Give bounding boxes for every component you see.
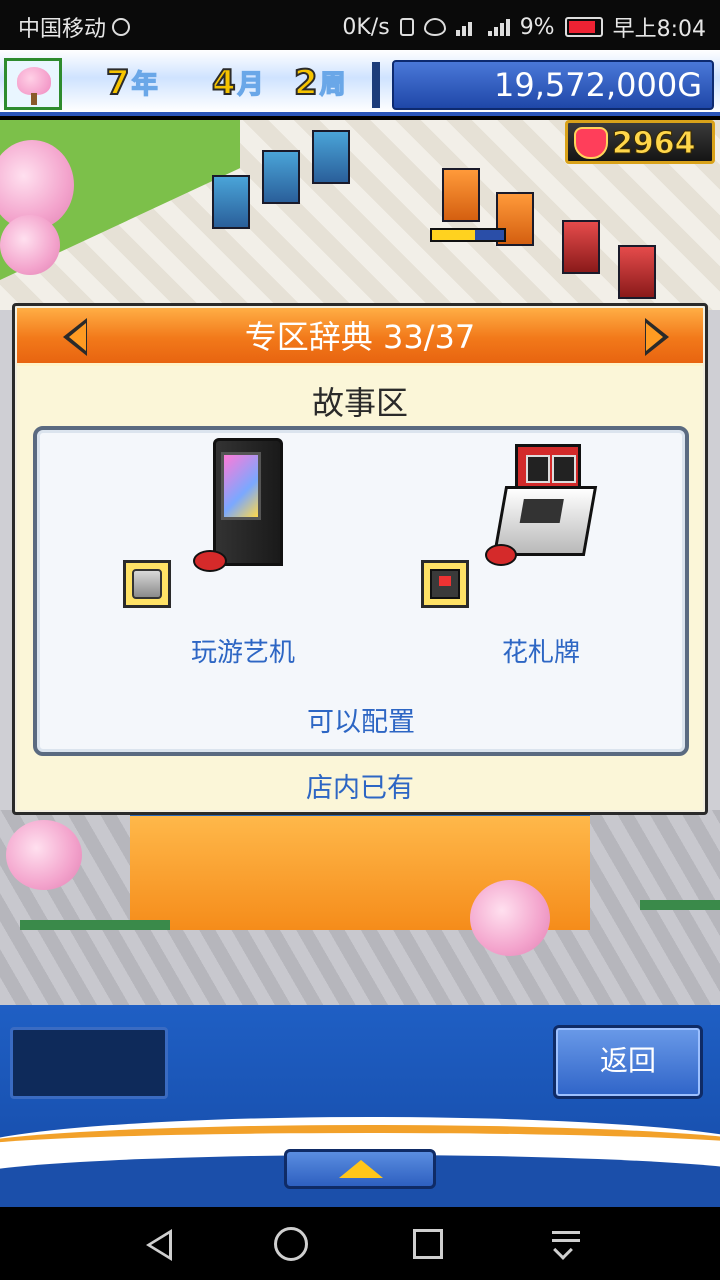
week-display: 2 周 [293,63,347,103]
arcade-cabinet [618,245,656,299]
zone-name: 故事区 [311,384,408,422]
cell-signal-icon [487,18,510,36]
battery-percent: 9% [519,14,555,40]
wifi-icon [455,18,478,36]
cherry-tree [6,820,82,890]
machine-label: 玩游艺机 [190,638,295,668]
nav-back-button[interactable] [140,1225,180,1265]
eye-icon [423,18,446,36]
money-display: 19,572,000G [392,60,714,110]
week-number: 2 [293,63,319,103]
battery-icon [564,17,603,37]
cherry-tree [470,880,550,956]
railing [640,900,720,910]
arcade-cabinet [442,168,480,222]
dialog-title: 专区辞典 33/37 [244,318,476,356]
year-unit: 年 [131,69,159,101]
machine-card-pachinko[interactable]: 玩游艺机 [123,430,423,680]
clock: 早上8:04 [612,17,706,42]
railing [20,920,170,930]
carrier-label: 中国移动 [18,17,107,42]
month-number: 4 [211,63,237,103]
week-unit: 周 [319,69,347,101]
category-badge-icon [123,560,171,608]
expand-menu-button[interactable] [284,1149,436,1189]
season-spring-icon[interactable] [4,58,62,110]
empty-slot [10,1027,168,1099]
timer-icon [112,18,131,36]
machine-label: 花札牌 [501,638,580,668]
status-bar: 中国移动 0K/s 9% 早上8:04 [0,0,720,50]
month-display: 4 月 [211,63,265,103]
system-nav-bar [0,1207,720,1280]
month-unit: 月 [237,69,265,101]
arcade-cabinet [312,130,350,184]
arcade-cabinet [262,150,300,204]
game-hud: 7 年 4 月 2 周 19,572,000G [0,50,720,116]
arcade-cabinet [562,220,600,274]
zone-machines-panel: 玩游艺机 花札牌 可以配置 [33,426,689,756]
placeable-status: 可以配置 [307,707,415,738]
next-page-button[interactable] [633,314,673,360]
year-display: 7 年 [105,63,159,103]
machine-card-hanafuda[interactable]: 花札牌 [421,430,720,680]
pachinko-machine-icon [193,438,303,588]
nav-recents-button[interactable] [413,1229,443,1259]
back-button[interactable]: 返回 [553,1025,703,1099]
category-badge-icon [421,560,469,608]
cherry-tree [0,215,60,275]
nav-home-button[interactable] [274,1227,308,1261]
experience-bar [430,228,506,242]
vibrate-icon [399,18,414,36]
year-number: 7 [105,63,131,103]
zone-dictionary-dialog: 专区辞典 33/37 故事区 玩游艺机 花札牌 可以配置 店内已有 [12,303,708,815]
prev-page-button[interactable] [59,314,99,360]
dialog-header: 专区辞典 33/37 [17,308,703,366]
bottom-menu-bar: 返回 [0,1005,720,1207]
hud-divider [372,62,380,108]
in-store-status: 店内已有 [306,773,414,804]
heart-icon [574,127,608,159]
arcade-cabinet [212,175,250,229]
chevron-down-icon [553,1240,573,1260]
popularity-value: 2964 [612,126,696,162]
popularity-badge: 2964 [565,120,715,164]
chevron-up-icon [339,1160,383,1178]
nav-notifications-button[interactable] [548,1225,588,1265]
hanafuda-machine-icon [485,444,598,574]
network-speed: 0K/s [342,14,390,40]
